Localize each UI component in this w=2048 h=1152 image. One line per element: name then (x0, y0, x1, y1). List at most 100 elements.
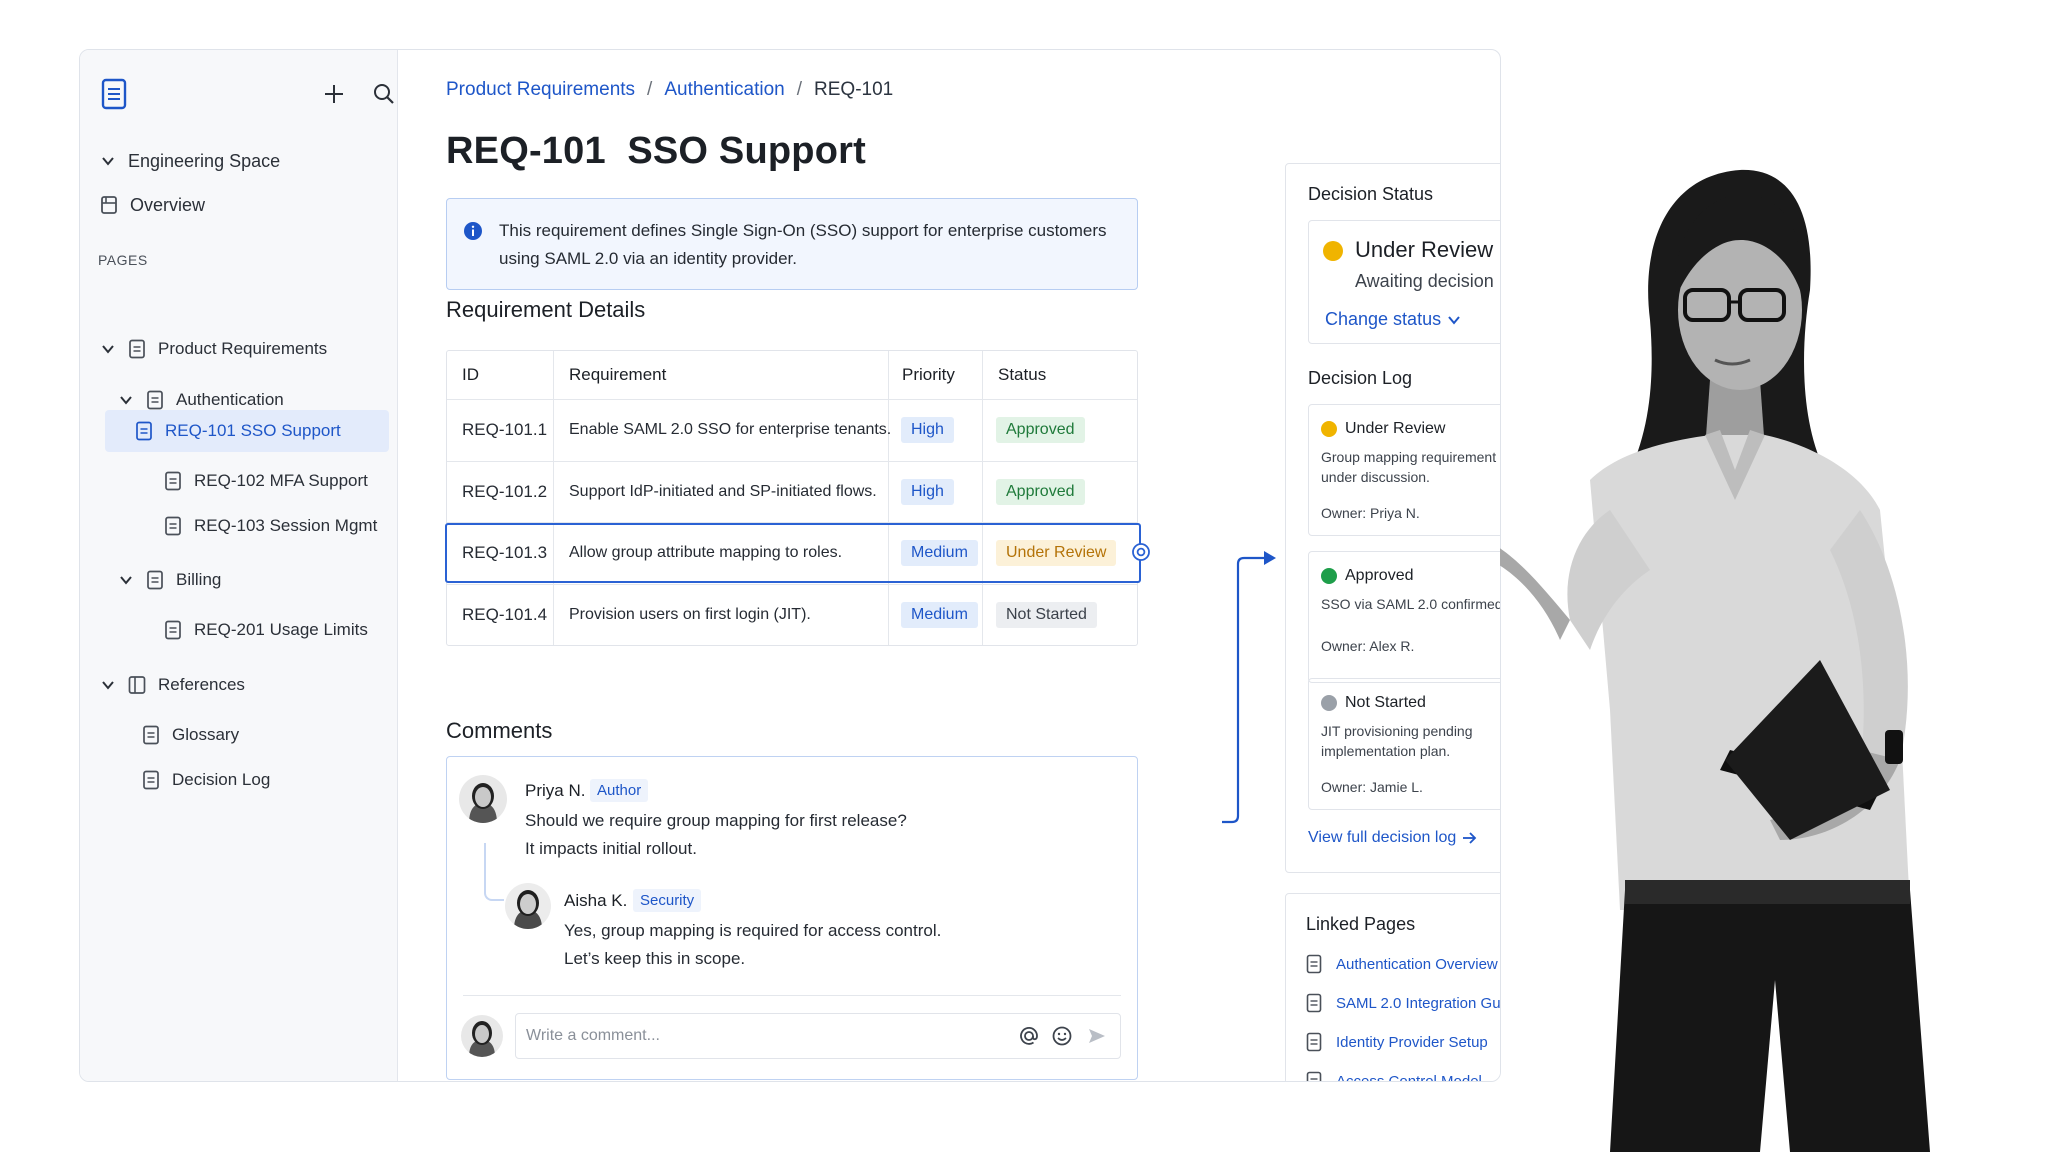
sidebar-item-req-102[interactable]: REQ-102 MFA Support (164, 462, 368, 500)
column-header-requirement: Requirement (569, 365, 667, 384)
page-icon (1306, 1032, 1322, 1052)
mention-icon[interactable] (1018, 1025, 1040, 1047)
status-badge: Approved (996, 478, 1085, 505)
sidebar-item-label: Product Requirements (158, 339, 328, 358)
status-subtitle: Awaiting decision (1355, 271, 1494, 291)
linked-page-link[interactable]: Access Control Model (1306, 1071, 1482, 1081)
sidebar-item-label: REQ-102 MFA Support (194, 471, 368, 490)
info-icon (464, 222, 482, 240)
chevron-down-icon[interactable] (100, 341, 116, 357)
linked-page-link[interactable]: Authentication Overview (1306, 954, 1498, 974)
priority-badge: Medium (901, 601, 978, 628)
table-col-divider (982, 351, 983, 645)
linked-page-link[interactable]: SAML 2.0 Integration Guide (1306, 993, 1500, 1013)
table-col-divider (888, 351, 889, 645)
decision-status-title: Decision Status (1308, 184, 1434, 204)
app-window: Engineering Space Overview PAGES Product… (79, 49, 1501, 1082)
chevron-down-icon[interactable] (118, 572, 134, 588)
table-col-divider (553, 525, 554, 581)
log-entry-status: Not Started (1345, 694, 1426, 711)
decision-log-entry[interactable]: Under Review Group mapping requirement u… (1308, 404, 1500, 536)
comment-author-name: Aisha K. (564, 891, 628, 910)
column-header-id: ID (462, 365, 479, 384)
table-cell-priority: Medium (901, 584, 978, 645)
chevron-down-icon[interactable] (100, 153, 116, 169)
decision-status-card: Under Review Awaiting decision Change st… (1308, 220, 1500, 344)
sidebar-item-billing[interactable]: Billing (118, 561, 221, 599)
sidebar-item-label: REQ-201 Usage Limits (194, 620, 368, 639)
sidebar-item-req-101[interactable]: REQ-101 SSO Support (105, 410, 389, 452)
decision-log-entry[interactable]: Approved SSO via SAML 2.0 confirmed. Own… (1308, 551, 1500, 683)
sidebar-item-req-201[interactable]: REQ-201 Usage Limits (164, 611, 368, 649)
comment-input-box[interactable] (515, 1013, 1121, 1059)
table-cell-requirement: Provision users on first login (JIT). (569, 605, 811, 623)
status-dot-icon (1321, 568, 1337, 584)
page-icon (147, 570, 163, 590)
comment-line: Should we require group mapping for firs… (525, 811, 907, 830)
page-icon (1306, 993, 1322, 1013)
sidebar-item-label: Glossary (172, 725, 240, 744)
change-status-button[interactable]: Change status (1325, 309, 1461, 330)
page-icon (143, 725, 159, 745)
change-status-label: Change status (1325, 309, 1442, 329)
decision-panel: Decision Status Under Review Awaiting de… (1285, 163, 1500, 873)
view-full-log-link[interactable]: View full decision log (1308, 829, 1478, 847)
log-entry-description: JIT provisioning pending implementation … (1321, 723, 1473, 759)
emoji-icon[interactable] (1051, 1025, 1073, 1047)
sidebar-toolbar (100, 77, 394, 113)
sidebar-item-overview[interactable]: Overview (100, 186, 205, 224)
column-header-status: Status (998, 365, 1047, 384)
chevron-down-icon[interactable] (118, 392, 134, 408)
status-badge: Approved (996, 417, 1085, 443)
priority-badge: Medium (901, 540, 978, 566)
comment-author-name: Priya N. (525, 781, 586, 800)
sidebar-item-label: Overview (130, 194, 206, 215)
search-icon[interactable] (371, 81, 397, 107)
info-text: This requirement defines Single Sign-On … (499, 221, 1107, 268)
linked-page-label: Authentication Overview (1336, 955, 1498, 973)
sidebar-item-references[interactable]: References (100, 666, 245, 704)
page-icon (136, 421, 152, 441)
decision-log-title: Decision Log (1308, 368, 1413, 388)
chevron-down-icon[interactable] (100, 677, 116, 693)
comment-text: Should we require group mapping for firs… (525, 807, 907, 863)
linked-page-link[interactable]: Identity Provider Setup (1306, 1032, 1488, 1052)
sidebar-item-req-103[interactable]: REQ-103 Session Mgmt (164, 507, 377, 545)
sidebar: Engineering Space Overview PAGES Product… (80, 50, 398, 1081)
sidebar-item-label: References (158, 675, 245, 694)
page-icon (129, 339, 145, 359)
column-header-priority: Priority (902, 365, 955, 384)
send-icon[interactable] (1086, 1025, 1108, 1047)
table-cell-requirement: Support IdP-initiated and SP-initiated f… (569, 482, 877, 500)
sidebar-item-decision-log[interactable]: Decision Log (142, 761, 270, 799)
plus-icon[interactable] (321, 81, 347, 107)
table-cell-id: REQ-101.1 (462, 420, 548, 439)
security-tag: Security (633, 889, 702, 912)
sidebar-item-product-requirements[interactable]: Product Requirements (100, 330, 327, 368)
breadcrumb-authentication[interactable]: Authentication (664, 79, 784, 101)
sidebar-item-glossary[interactable]: Glossary (142, 716, 239, 754)
table-cell-id: REQ-101.4 (462, 604, 548, 624)
linked-pages-panel: Linked Pages Authentication Overview SAM… (1285, 893, 1500, 1081)
table-col-divider (553, 351, 554, 645)
presenter-photo (1500, 169, 1930, 1152)
breadcrumb-product-requirements[interactable]: Product Requirements (446, 79, 635, 101)
sidebar-item-label: Authentication (176, 390, 284, 409)
comments-divider (463, 995, 1121, 996)
table-cell-id: REQ-101.3 (462, 543, 548, 562)
priority-badge: High (901, 478, 954, 505)
book-icon (128, 676, 146, 694)
comment-input[interactable] (526, 1022, 996, 1050)
status-dot-icon (1323, 241, 1343, 261)
link-target-icon[interactable] (1131, 542, 1151, 562)
sidebar-space-engineering[interactable]: Engineering Space (100, 142, 280, 180)
table-col-divider (888, 525, 889, 581)
decision-log-entry[interactable]: Not Started JIT provisioning pending imp… (1308, 678, 1500, 810)
log-entry-owner: Owner: Alex R. (1321, 638, 1415, 654)
document-logo-icon[interactable] (100, 77, 128, 111)
info-panel: This requirement defines Single Sign-On … (446, 198, 1138, 290)
sidebar-space-label: Engineering Space (128, 150, 281, 171)
table-col-divider (982, 525, 983, 581)
table-row-selected[interactable]: REQ-101.3 Allow group attribute mapping … (445, 523, 1141, 583)
table-cell-priority: High (901, 399, 954, 461)
